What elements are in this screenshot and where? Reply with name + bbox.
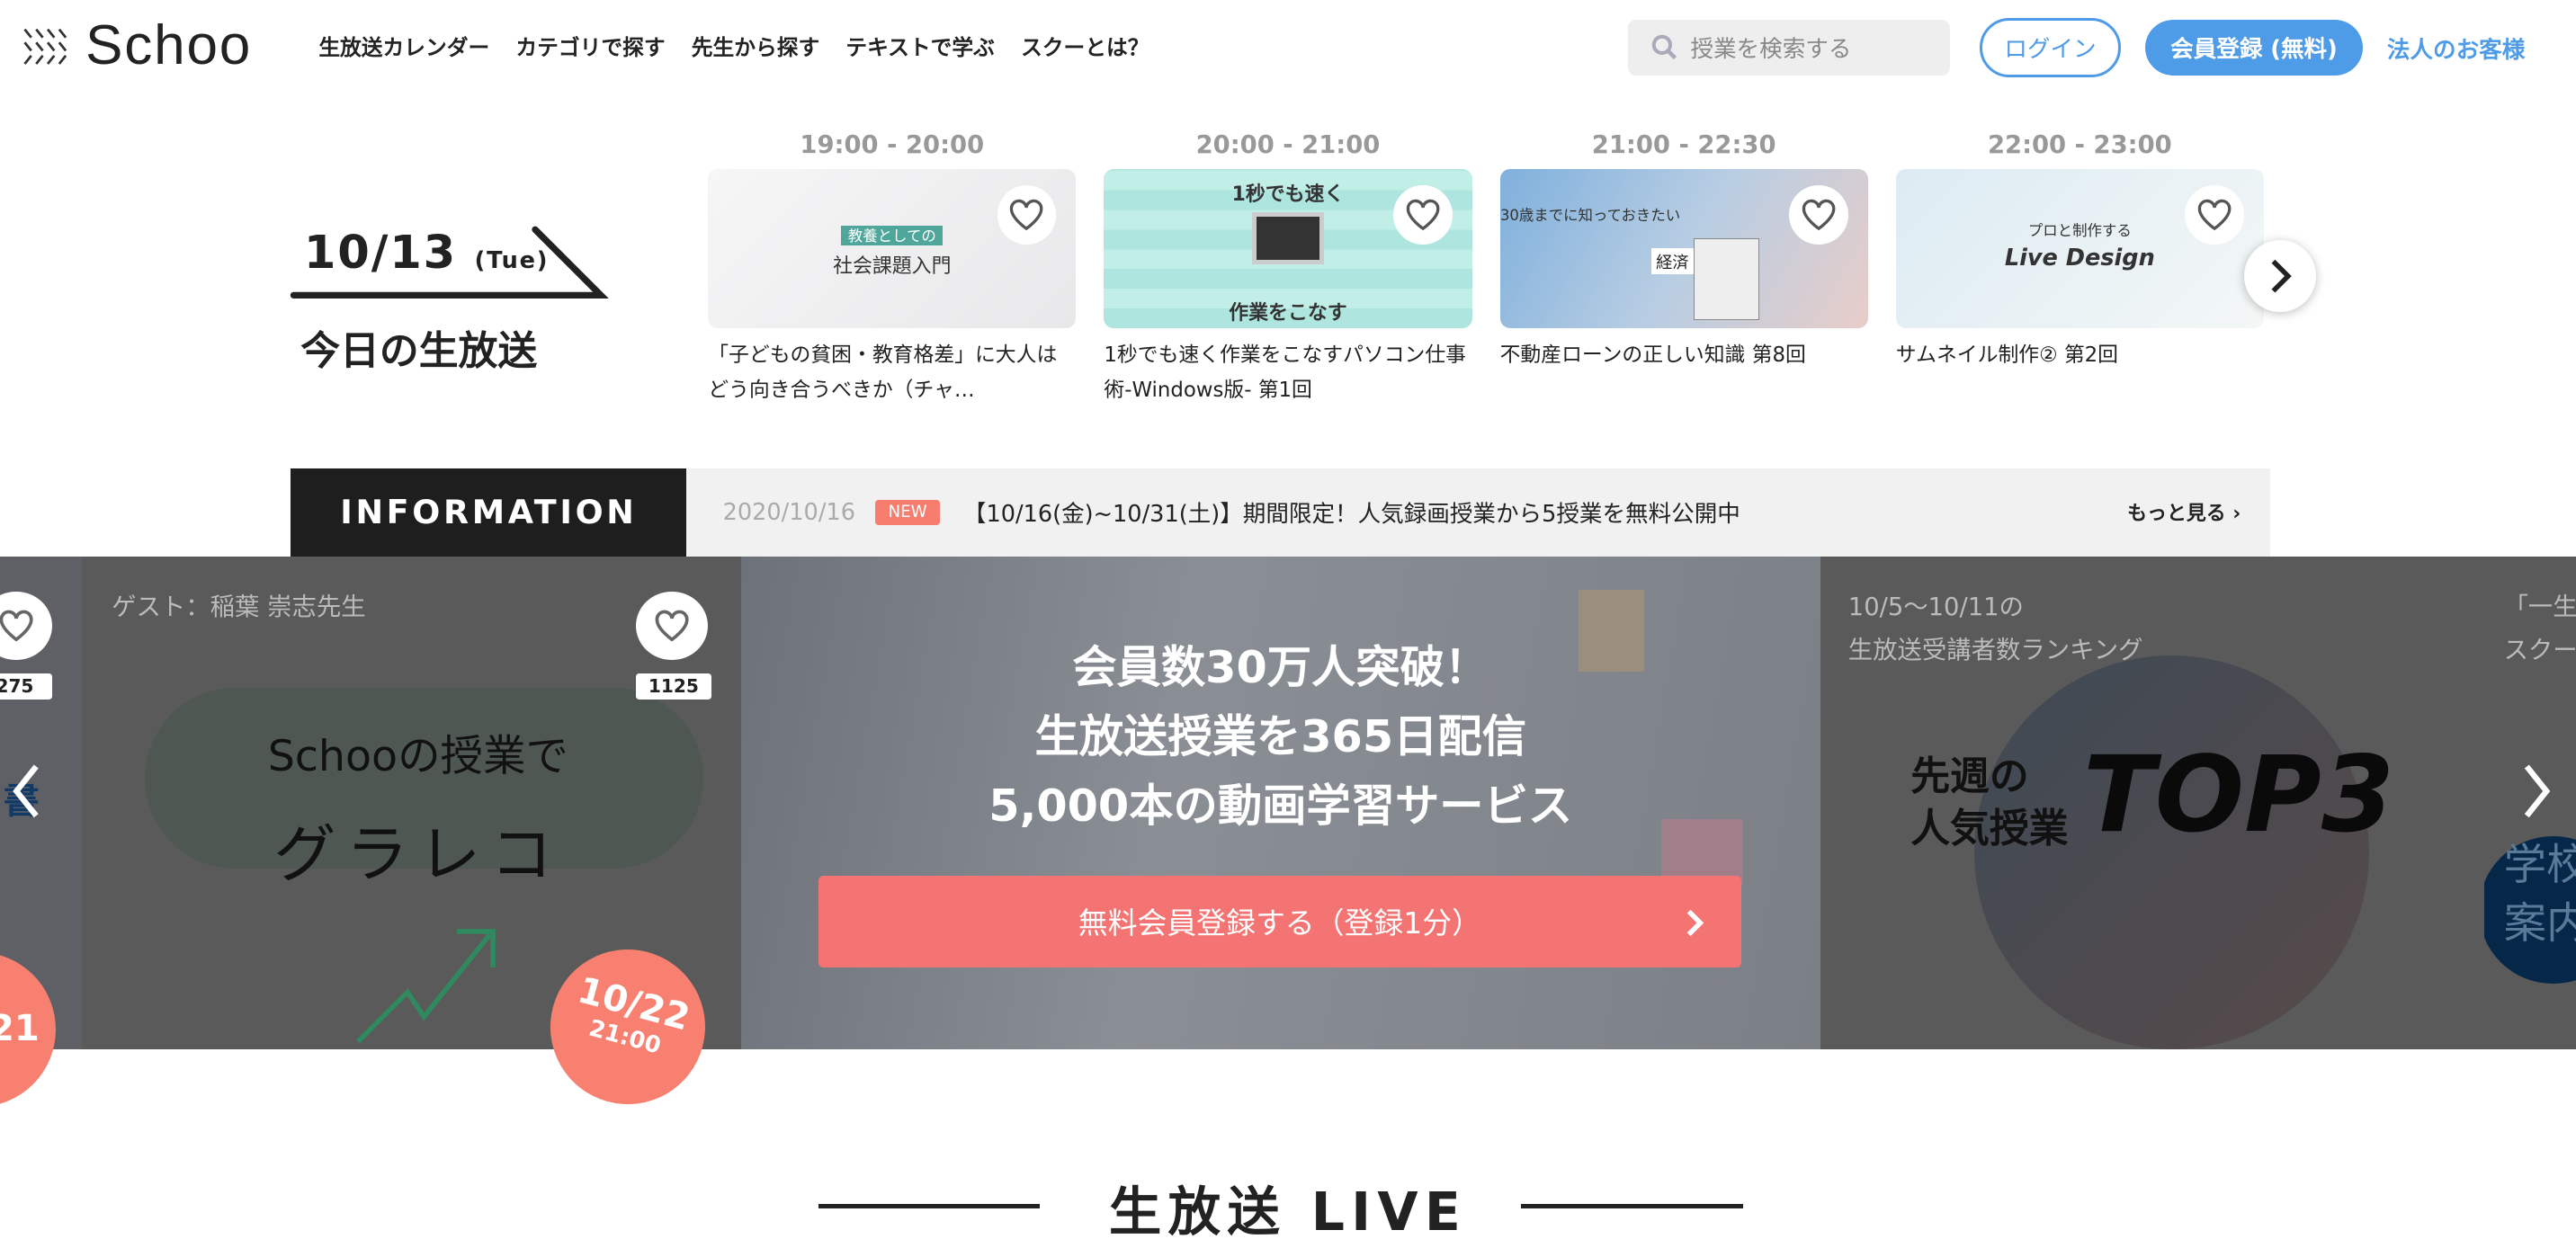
card-time: 22:00 - 23:00 (1987, 131, 2172, 160)
caption-line: 10/5〜10/11の (1847, 593, 2024, 622)
hero-line: 生放送授業を365日配信 (1034, 709, 1527, 762)
carousel-next-button[interactable] (2520, 762, 2554, 821)
nav-category[interactable]: カテゴリで探す (515, 30, 665, 61)
card-thumbnail[interactable]: プロと制作する Live Design (1895, 169, 2264, 329)
search-icon (1651, 35, 1677, 60)
page: Schoo 生放送カレンダー カテゴリで探す 先生から探す テキストで学ぶ スク… (0, 0, 2576, 1256)
slide-text-line: 案内 (2503, 899, 2576, 949)
favorite-count: 1125 (635, 673, 711, 700)
date-underline-decoration (291, 227, 610, 299)
live-card[interactable]: 21:00 - 22:30 30歳までに知っておきたい 経済 不動産ローンの正し… (1499, 131, 1868, 372)
nav-teachers[interactable]: 先生から探す (692, 30, 819, 61)
information-label: INFORMATION (291, 468, 687, 557)
schoo-logo-icon[interactable] (20, 26, 69, 68)
section-title: 生放送 LIVE (1108, 1181, 1468, 1244)
favorite-button[interactable] (635, 591, 709, 661)
search-input[interactable]: 授業を検索する (1628, 19, 1951, 76)
title-rule (1521, 1203, 1743, 1209)
heart-icon (0, 610, 33, 642)
favorite-button[interactable] (2185, 185, 2244, 245)
slide-title: グラレコ (273, 819, 563, 892)
card-title[interactable]: サムネイル制作② 第2回 (1896, 338, 2264, 372)
today-heading: 今日の生放送 (300, 328, 538, 375)
slide-caption: 「一生 スクー (2504, 586, 2576, 672)
carousel-slide-ranking[interactable]: 10/5〜10/11の生放送受講者数ランキング 先週の人気授業 TOP3 (1820, 557, 2481, 1050)
hero-line: 5,000本の動画学習サービス (988, 779, 1573, 832)
card-time: 20:00 - 21:00 (1195, 131, 1381, 160)
hero-slide: 会員数30万人突破！ 生放送授業を365日配信 5,000本の動画学習サービス … (740, 557, 1820, 1050)
free-register-button[interactable]: 無料会員登録する（登録1分） (818, 875, 1742, 967)
next-button[interactable] (2243, 239, 2317, 313)
favorite-count: 275 (0, 673, 53, 700)
more-label: もっと見る (2127, 503, 2226, 526)
heart-icon (1010, 199, 1043, 231)
live-card[interactable]: 22:00 - 23:00 プロと制作する Live Design サムネイル制… (1895, 131, 2264, 372)
laptop-illustration (1251, 211, 1325, 265)
nav-text[interactable]: テキストで学ぶ (845, 30, 994, 61)
ranking-label: 先週の 人気授業 (1910, 751, 2068, 856)
nav-about[interactable]: スクーとは？ (1021, 30, 1149, 61)
cta-label: 無料会員登録する（登録1分） (1078, 905, 1481, 941)
heart-icon (655, 610, 689, 642)
guest-name: ゲスト：稲葉 崇志先生 (112, 593, 366, 622)
favorite-button[interactable] (1789, 185, 1848, 245)
caption-line: 「一生 (2503, 593, 2576, 622)
caption-line: スクー (2503, 636, 2576, 664)
ranking-line: 先週の (1910, 753, 2029, 799)
more-link[interactable]: もっと見る › (2127, 498, 2241, 526)
info-link[interactable]: 【10/16(金)~10/31(土)】期間限定！人気録画授業から5授業を無料公開… (963, 495, 1740, 529)
card-time: 21:00 - 22:30 (1591, 131, 1776, 160)
thumb-text: 教養としての (841, 225, 944, 246)
main-nav: 生放送カレンダー カテゴリで探す 先生から探す テキストで学ぶ スクーとは？ (318, 30, 1149, 61)
information-bar: INFORMATION 2020/10/16 NEW 【10/16(金)~10/… (291, 468, 2271, 557)
chevron-right-icon (1686, 909, 1704, 937)
thumb-text: Live Design (2004, 245, 2155, 272)
carousel-prev-button[interactable] (10, 762, 43, 821)
heart-icon (1802, 199, 1836, 231)
heart-icon (2197, 199, 2232, 231)
chevron-right-icon (2271, 259, 2292, 293)
thumb-text: 30歳までに知っておきたい (1499, 206, 1681, 224)
card-title[interactable]: 不動産ローンの正しい知識 第8回 (1500, 338, 1868, 372)
ranking-caption: 10/5〜10/11の生放送受講者数ランキング (1848, 586, 2143, 672)
thumb-text: 経済 (1650, 247, 1695, 275)
nav-calendar[interactable]: 生放送カレンダー (318, 30, 489, 61)
card-title[interactable]: 1秒でも速く作業をこなすパソコン仕事術-Windows版- 第1回 (1104, 338, 1471, 407)
favorite-button[interactable] (1392, 185, 1453, 245)
ranking-line: 人気授業 (1910, 806, 2069, 852)
search-placeholder: 授業を検索する (1690, 36, 1852, 64)
card-thumbnail[interactable]: 1秒でも速く 作業をこなす (1104, 169, 1472, 329)
arrow-illustration (356, 928, 496, 1043)
live-card[interactable]: 20:00 - 21:00 1秒でも速く 作業をこなす 1秒でも速く作業をこなす… (1104, 131, 1472, 407)
heart-icon (1406, 199, 1440, 231)
corporate-link[interactable]: 法人のお客様 (2387, 31, 2525, 65)
newspaper-illustration (1694, 237, 1760, 321)
card-thumbnail[interactable]: 30歳までに知っておきたい 経済 (1499, 169, 1868, 329)
login-button[interactable]: ログイン (1979, 18, 2121, 77)
thumb-text: 作業をこなす (1229, 301, 1347, 325)
info-date: 2020/10/16 (722, 498, 855, 526)
logo-text[interactable]: Schoo (85, 13, 252, 77)
slide-title: Schooの授業で (267, 731, 568, 781)
slide-text-line: 学校 (2503, 840, 2576, 890)
card-thumbnail[interactable]: 教養としての 社会課題入門 (708, 169, 1077, 329)
favorite-button[interactable] (997, 185, 1057, 245)
card-time: 19:00 - 20:00 (800, 131, 985, 160)
new-badge: NEW (874, 499, 941, 525)
ranking-title: TOP3 (2082, 734, 2395, 857)
live-card[interactable]: 19:00 - 20:00 教養としての 社会課題入門 「子どもの貧困・教育格差… (708, 131, 1077, 407)
card-title[interactable]: 「子どもの貧困・教育格差」に大人はどう向き合うべきか（チャ… (708, 338, 1076, 407)
slide-text: 学校案内 (2504, 836, 2576, 955)
hero-line: 会員数30万人突破！ (1072, 641, 1489, 694)
caption-line: 生放送受講者数ランキング (1847, 636, 2143, 664)
register-button[interactable]: 会員登録 (無料) (2145, 19, 2363, 76)
thumb-text: 社会課題入門 (833, 255, 952, 279)
